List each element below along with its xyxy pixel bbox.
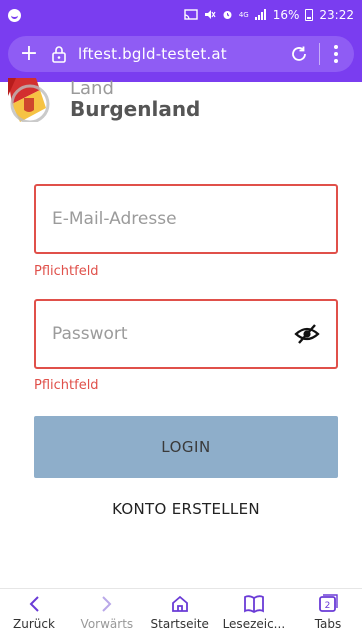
nav-forward-label: Vorwärts	[80, 617, 134, 631]
new-tab-plus-icon[interactable]: +	[18, 43, 40, 65]
clock-time: 23:22	[319, 8, 354, 22]
nav-forward[interactable]: Vorwärts	[77, 589, 137, 636]
password-field-container	[34, 299, 338, 369]
nav-bookmarks-label: Lesezeic...	[222, 617, 286, 631]
toggle-password-visibility-icon[interactable]	[294, 323, 320, 345]
mute-icon	[204, 9, 216, 22]
email-field-container	[34, 184, 338, 254]
reload-icon[interactable]	[287, 42, 311, 66]
notification-icon	[8, 8, 21, 22]
status-bar: 4G 16% 23:22	[0, 0, 362, 30]
tabs-icon: 2	[317, 593, 339, 615]
chevron-left-icon	[23, 593, 45, 615]
password-field[interactable]	[52, 324, 294, 344]
overflow-menu-icon[interactable]	[328, 45, 344, 63]
address-bar[interactable]: + lftest.bgld-testet.at	[8, 36, 354, 72]
logo-line-burgenland: Burgenland	[70, 97, 201, 121]
land-burgenland-logo: Land Burgenland	[6, 78, 200, 122]
url-text[interactable]: lftest.bgld-testet.at	[78, 45, 287, 63]
toolbar-divider	[319, 43, 320, 65]
nav-back[interactable]: Zurück	[4, 589, 64, 636]
nav-bookmarks[interactable]: Lesezeic...	[222, 589, 286, 636]
coat-of-arms-icon	[8, 78, 50, 122]
cast-icon	[184, 8, 198, 22]
alarm-icon	[222, 9, 233, 22]
nav-back-label: Zurück	[13, 617, 55, 631]
password-error-text: Pflichtfeld	[34, 378, 99, 393]
logo-text: Land Burgenland	[70, 78, 201, 121]
nav-home-label: Startseite	[150, 617, 209, 631]
battery-percent: 16%	[272, 8, 300, 22]
lock-icon[interactable]	[48, 43, 70, 65]
nav-tabs-label: Tabs	[314, 617, 342, 631]
logo-line-land: Land	[70, 78, 114, 99]
battery-icon	[305, 9, 314, 21]
status-left	[8, 8, 21, 22]
nav-tabs[interactable]: 2 Tabs	[298, 589, 358, 636]
signal-icon	[254, 8, 267, 22]
email-field[interactable]	[52, 209, 320, 229]
chevron-right-icon	[96, 593, 118, 615]
nav-home[interactable]: Startseite	[150, 589, 210, 636]
email-error-text: Pflichtfeld	[34, 264, 99, 279]
home-icon	[169, 593, 191, 615]
network-type-label: 4G	[238, 10, 249, 19]
status-right: 4G 16% 23:22	[184, 8, 354, 22]
browser-toolbar: + lftest.bgld-testet.at	[0, 30, 362, 82]
create-account-link[interactable]: KONTO ERSTELLEN	[34, 500, 338, 524]
book-icon	[243, 593, 265, 615]
tabs-count: 2	[325, 601, 331, 611]
login-button[interactable]: LOGIN	[34, 416, 338, 478]
browser-bottom-nav: Zurück Vorwärts Startseite Lesezeic... 2…	[0, 588, 362, 636]
